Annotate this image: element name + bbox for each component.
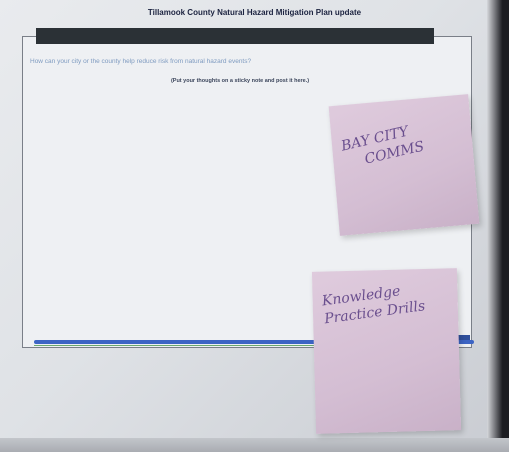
sticky-note-bay-city: BAY CITY COMMS bbox=[328, 94, 480, 236]
sticky-note-text: Knowledge Practice Drills bbox=[321, 276, 455, 329]
poster-instruction: (Put your thoughts on a sticky note and … bbox=[170, 78, 310, 84]
sticky-note-knowledge: Knowledge Practice Drills bbox=[311, 268, 462, 434]
sticky-note-text: BAY CITY COMMS bbox=[339, 111, 464, 173]
poster-title: Tillamook County Natural Hazard Mitigati… bbox=[147, 8, 362, 17]
poster-question: How can your city or the county help red… bbox=[30, 58, 252, 65]
header-bar bbox=[36, 28, 434, 44]
green-divider-line bbox=[34, 345, 334, 346]
bottom-edge bbox=[0, 438, 509, 452]
dark-edge bbox=[487, 0, 509, 452]
